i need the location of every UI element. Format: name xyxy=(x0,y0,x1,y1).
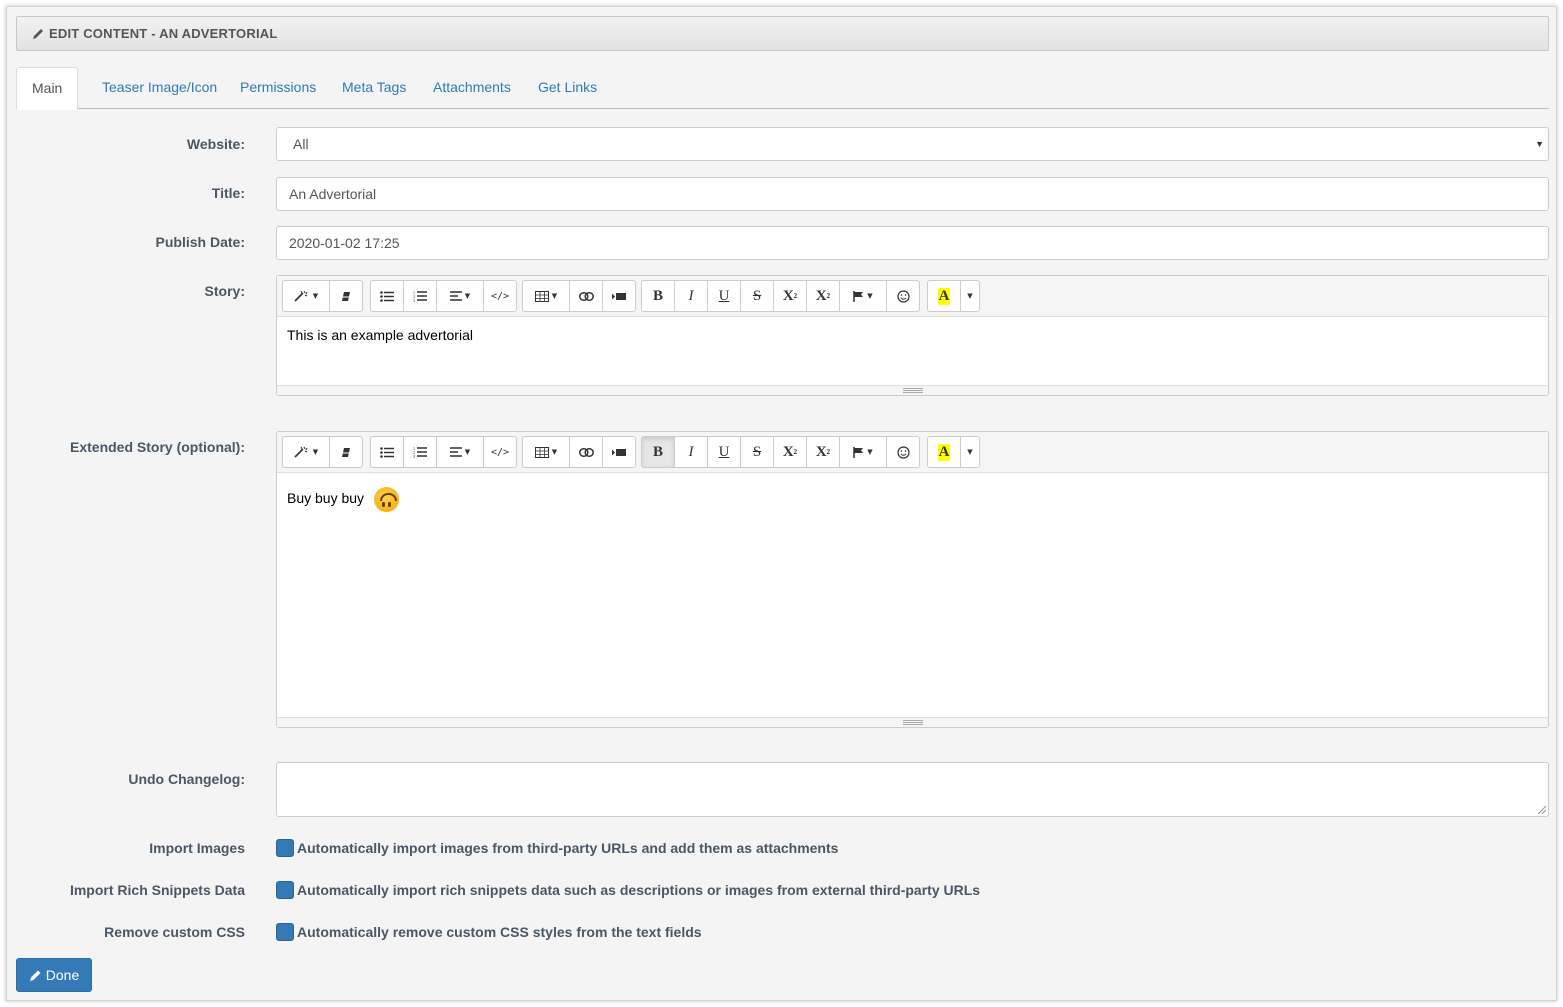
highlight-color-label: A xyxy=(937,287,951,305)
import-rich-snippets-checkbox[interactable] xyxy=(276,881,294,899)
eraser-icon[interactable] xyxy=(329,280,363,312)
tab-get-links[interactable]: Get Links xyxy=(523,67,612,109)
strikethrough-button[interactable]: S xyxy=(740,280,774,312)
eraser-icon[interactable] xyxy=(329,436,363,468)
extended-story-content[interactable]: Buy buy buy xyxy=(277,473,1548,717)
import-images-label: Import Images xyxy=(149,840,245,856)
page-title: EDIT CONTENT - AN ADVERTORIAL xyxy=(49,26,278,41)
done-button[interactable]: Done xyxy=(16,958,92,992)
tab-permissions[interactable]: Permissions xyxy=(225,67,331,109)
video-icon[interactable] xyxy=(602,280,636,312)
bold-button[interactable]: B xyxy=(641,436,675,468)
story-content[interactable]: This is an example advertorial xyxy=(277,317,1548,385)
svg-text:3: 3 xyxy=(413,454,415,458)
import-images-checkbox[interactable] xyxy=(276,839,294,857)
subscript-button[interactable]: X2 xyxy=(806,280,840,312)
color-dropdown-icon[interactable]: ▼ xyxy=(960,280,980,312)
italic-button[interactable]: I xyxy=(674,280,708,312)
extended-story-text: Buy buy buy xyxy=(287,490,365,507)
italic-button[interactable]: I xyxy=(674,436,708,468)
remove-css-row: Automatically remove custom CSS styles f… xyxy=(276,923,702,941)
extended-story-editor: ▼ 123 ▼ </> ▼ B I U S X2 X2 ▼ A ▼ Buy bu… xyxy=(276,431,1549,728)
caret-down-icon: ▼ xyxy=(1535,139,1544,149)
flag-icon[interactable]: ▼ xyxy=(839,436,887,468)
table-icon[interactable]: ▼ xyxy=(522,436,570,468)
superscript-button[interactable]: X2 xyxy=(773,436,807,468)
emoji-icon[interactable] xyxy=(886,436,920,468)
code-view-icon[interactable]: </> xyxy=(483,280,517,312)
extended-story-label: Extended Story (optional): xyxy=(70,439,245,455)
superscript-button[interactable]: X2 xyxy=(773,280,807,312)
table-icon[interactable]: ▼ xyxy=(522,280,570,312)
title-label: Title: xyxy=(211,185,245,201)
unordered-list-icon[interactable] xyxy=(370,436,404,468)
story-label: Story: xyxy=(204,283,245,299)
emoji-icon[interactable] xyxy=(886,280,920,312)
tab-main[interactable]: Main xyxy=(16,67,79,110)
highlight-color-button[interactable]: A xyxy=(927,280,961,312)
import-rich-snippets-description: Automatically import rich snippets data … xyxy=(297,882,981,898)
title-input[interactable]: An Advertorial xyxy=(276,177,1549,211)
pencil-icon xyxy=(29,970,41,981)
tab-bar: Main Teaser Image/Icon Permissions Meta … xyxy=(16,67,1549,110)
ordered-list-icon[interactable]: 123 xyxy=(403,280,437,312)
resize-grip-icon[interactable] xyxy=(1538,806,1546,814)
magic-style-icon[interactable]: ▼ xyxy=(282,436,330,468)
done-label: Done xyxy=(45,967,80,983)
highlight-color-button[interactable]: A xyxy=(927,436,961,468)
underline-button[interactable]: U xyxy=(707,436,741,468)
upside-down-face-icon xyxy=(373,487,399,512)
extended-story-toolbar: ▼ 123 ▼ </> ▼ B I U S X2 X2 ▼ A ▼ xyxy=(277,432,1548,473)
publish-date-label: Publish Date: xyxy=(155,234,245,250)
website-value: All xyxy=(293,136,309,152)
website-select[interactable]: All ▼ xyxy=(276,127,1549,161)
import-images-row: Automatically import images from third-p… xyxy=(276,839,838,857)
import-rich-snippets-label: Import Rich Snippets Data xyxy=(69,882,245,898)
magic-style-icon[interactable]: ▼ xyxy=(282,280,330,312)
subscript-label: X xyxy=(815,287,827,304)
extended-story-resize-handle[interactable] xyxy=(277,717,1548,727)
strikethrough-button[interactable]: S xyxy=(740,436,774,468)
undo-changelog-textarea[interactable] xyxy=(276,762,1549,817)
superscript-label: X xyxy=(782,443,794,460)
remove-css-label: Remove custom CSS xyxy=(104,924,245,940)
svg-text:3: 3 xyxy=(413,298,415,302)
color-dropdown-icon[interactable]: ▼ xyxy=(960,436,980,468)
publish-date-input[interactable]: 2020-01-02 17:25 xyxy=(276,226,1549,260)
pencil-icon xyxy=(33,28,43,39)
align-icon[interactable]: ▼ xyxy=(436,436,484,468)
undo-changelog-label: Undo Changelog: xyxy=(128,771,245,787)
code-view-icon[interactable]: </> xyxy=(483,436,517,468)
edit-content-panel: EDIT CONTENT - AN ADVERTORIAL Main Tease… xyxy=(6,6,1557,1001)
website-label: Website: xyxy=(186,136,245,152)
remove-css-description: Automatically remove custom CSS styles f… xyxy=(297,924,702,940)
link-icon[interactable] xyxy=(569,436,603,468)
subscript-label: X xyxy=(815,443,827,460)
tab-teaser-image[interactable]: Teaser Image/Icon xyxy=(87,67,232,109)
video-icon[interactable] xyxy=(602,436,636,468)
story-editor: ▼ 123 ▼ </> ▼ B I U S X2 X2 ▼ A ▼ This i… xyxy=(276,275,1549,396)
story-resize-handle[interactable] xyxy=(277,385,1548,395)
import-images-description: Automatically import images from third-p… xyxy=(297,840,839,856)
highlight-color-label: A xyxy=(937,443,951,461)
align-icon[interactable]: ▼ xyxy=(436,280,484,312)
underline-button[interactable]: U xyxy=(707,280,741,312)
unordered-list-icon[interactable] xyxy=(370,280,404,312)
import-rich-snippets-row: Automatically import rich snippets data … xyxy=(276,881,980,899)
tab-attachments[interactable]: Attachments xyxy=(418,67,526,109)
remove-css-checkbox[interactable] xyxy=(276,923,294,941)
link-icon[interactable] xyxy=(569,280,603,312)
superscript-label: X xyxy=(782,287,794,304)
tab-meta-tags[interactable]: Meta Tags xyxy=(327,67,421,109)
ordered-list-icon[interactable]: 123 xyxy=(403,436,437,468)
panel-header: EDIT CONTENT - AN ADVERTORIAL xyxy=(16,16,1549,51)
bold-button[interactable]: B xyxy=(641,280,675,312)
story-text: This is an example advertorial xyxy=(287,327,473,343)
flag-icon[interactable]: ▼ xyxy=(839,280,887,312)
subscript-button[interactable]: X2 xyxy=(806,436,840,468)
story-toolbar: ▼ 123 ▼ </> ▼ B I U S X2 X2 ▼ A ▼ xyxy=(277,276,1548,317)
